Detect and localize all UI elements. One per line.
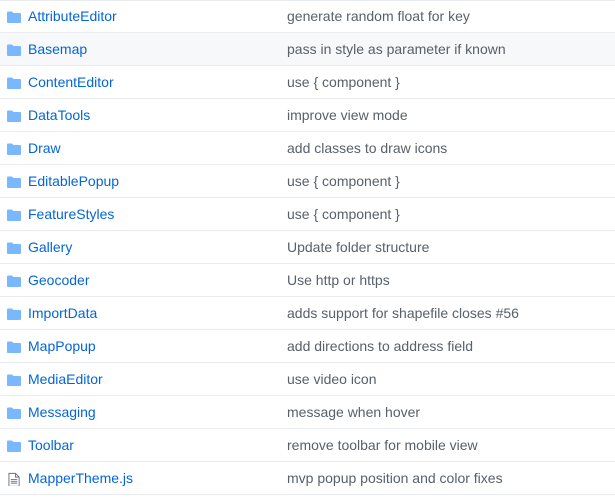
file-name-link[interactable]: FeatureStyles: [28, 205, 114, 224]
file-row[interactable]: Toolbar remove toolbar for mobile view: [0, 429, 615, 462]
folder-icon: [7, 77, 21, 89]
folder-icon: [7, 440, 21, 452]
file-row[interactable]: MapPopup add directions to address field: [0, 330, 615, 363]
file-name-link[interactable]: Geocoder: [28, 271, 89, 290]
commit-message-link[interactable]: add directions to address field: [287, 337, 473, 356]
commit-message-link[interactable]: use { component }: [287, 172, 400, 191]
file-row[interactable]: FeatureStyles use { component }: [0, 198, 615, 231]
file-row[interactable]: Basemap pass in style as parameter if kn…: [0, 33, 615, 66]
commit-message-link[interactable]: Use http or https: [287, 271, 390, 290]
file-row[interactable]: MediaEditor use video icon: [0, 363, 615, 396]
folder-icon: [7, 374, 21, 386]
commit-message-link[interactable]: message when hover: [287, 403, 420, 422]
file-name-link[interactable]: AttributeEditor: [28, 7, 117, 26]
commit-message-link[interactable]: improve view mode: [287, 106, 408, 125]
folder-icon: [7, 242, 21, 254]
folder-icon: [7, 176, 21, 188]
file-name-link[interactable]: ContentEditor: [28, 73, 114, 92]
file-list: AttributeEditor generate random float fo…: [0, 0, 615, 498]
file-row[interactable]: Geocoder Use http or https: [0, 264, 615, 297]
file-row[interactable]: Draw add classes to draw icons: [0, 132, 615, 165]
commit-message-link[interactable]: remove toolbar for mobile view: [287, 436, 478, 455]
folder-icon: [7, 44, 21, 56]
file-name-link[interactable]: Basemap: [28, 40, 87, 59]
file-row[interactable]: EditablePopup use { component }: [0, 165, 615, 198]
file-row[interactable]: ContentEditor use { component }: [0, 66, 615, 99]
file-row[interactable]: ImportData adds support for shapefile cl…: [0, 297, 615, 330]
commit-message-link[interactable]: adds support for shapefile closes #56: [287, 304, 519, 323]
commit-message-link[interactable]: add classes to draw icons: [287, 139, 447, 158]
folder-icon: [7, 143, 21, 155]
commit-message-link[interactable]: use { component }: [287, 73, 400, 92]
file-name-link[interactable]: MapperTheme.js: [28, 469, 133, 488]
file-row[interactable]: AttributeEditor generate random float fo…: [0, 0, 615, 33]
commit-message-link[interactable]: use { component }: [287, 205, 400, 224]
file-name-link[interactable]: ImportData: [28, 304, 97, 323]
file-name-link[interactable]: Gallery: [28, 238, 72, 257]
file-row[interactable]: Gallery Update folder structure: [0, 231, 615, 264]
folder-icon: [7, 275, 21, 287]
file-name-link[interactable]: Draw: [28, 139, 61, 158]
folder-icon: [7, 308, 21, 320]
file-name-link[interactable]: MediaEditor: [28, 370, 103, 389]
commit-message-link[interactable]: Update folder structure: [287, 238, 429, 257]
file-name-link[interactable]: MapPopup: [28, 337, 96, 356]
file-name-link[interactable]: DataTools: [28, 106, 90, 125]
file-icon: [8, 472, 20, 486]
folder-icon: [7, 341, 21, 353]
file-name-link[interactable]: EditablePopup: [28, 172, 119, 191]
commit-message-link[interactable]: mvp popup position and color fixes: [287, 469, 503, 488]
commit-message-link[interactable]: generate random float for key: [287, 7, 470, 26]
file-name-link[interactable]: Messaging: [28, 403, 96, 422]
file-name-link[interactable]: Toolbar: [28, 436, 74, 455]
folder-icon: [7, 110, 21, 122]
file-row[interactable]: Messaging message when hover: [0, 396, 615, 429]
folder-icon: [7, 11, 21, 23]
folder-icon: [7, 407, 21, 419]
file-row[interactable]: DataTools improve view mode: [0, 99, 615, 132]
folder-icon: [7, 209, 21, 221]
commit-message-link[interactable]: use video icon: [287, 370, 377, 389]
file-row[interactable]: MapperTheme.js mvp popup position and co…: [0, 462, 615, 495]
commit-message-link[interactable]: pass in style as parameter if known: [287, 40, 506, 59]
